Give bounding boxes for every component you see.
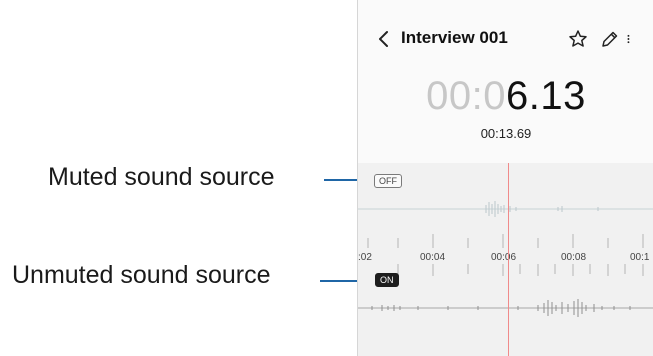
star-outline-icon[interactable]: [567, 26, 589, 52]
pencil-icon[interactable]: [598, 26, 620, 52]
chevron-left-icon[interactable]: [372, 24, 398, 54]
timeline-tick-label: 00:08: [561, 252, 587, 263]
elapsed-time-lit: 6.13: [506, 74, 586, 118]
muted-track-waveform: [358, 201, 653, 217]
recorder-screen: Interview 001 00:06.13 00:13.69:02 00:0…: [357, 0, 653, 356]
recording-title: Interview 001: [401, 28, 508, 47]
more-vertical-icon[interactable]: [624, 26, 638, 52]
timeline-ruler: [367, 234, 644, 248]
timeline-tick-label: 00:04: [420, 252, 446, 263]
playhead[interactable]: [508, 163, 509, 356]
timeline-tick-label: 00:06: [491, 252, 517, 263]
app-bar: Interview 001: [358, 22, 653, 58]
timeline-tick-label: 00:1: [630, 252, 650, 263]
unmuted-track-waveform: [358, 299, 653, 317]
muted-callout-label: Muted sound source: [48, 163, 275, 191]
unmuted-callout-label: Unmuted sound source: [12, 261, 271, 289]
mute-toggle-on[interactable]: ON: [375, 273, 399, 287]
timeline-ruler-lower: [397, 264, 644, 276]
timeline-tick-label: :02: [358, 252, 372, 263]
elapsed-time-dim: 00:0: [426, 74, 506, 118]
total-duration: 00:13.69: [480, 126, 532, 141]
mute-toggle-off[interactable]: OFF: [374, 174, 402, 188]
elapsed-time: 00:06.13: [358, 74, 653, 119]
